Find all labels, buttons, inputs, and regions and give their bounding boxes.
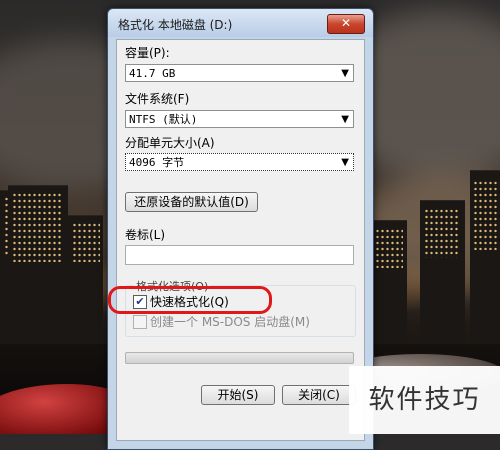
capacity-select[interactable]: 41.7 GB ▼ bbox=[125, 64, 354, 82]
msdos-startup-disk-label: 创建一个 MS-DOS 启动盘(M) bbox=[150, 315, 310, 329]
volume-label-input[interactable] bbox=[125, 245, 354, 265]
filesystem-label: 文件系统(F) bbox=[125, 92, 190, 106]
msdos-startup-disk-checkbox[interactable]: 创建一个 MS-DOS 启动盘(M) bbox=[133, 313, 310, 330]
dialog-title: 格式化 本地磁盘 (D:) bbox=[118, 18, 233, 32]
chevron-down-icon: ▼ bbox=[341, 157, 349, 168]
dialog-titlebar[interactable]: 格式化 本地磁盘 (D:) ✕ bbox=[108, 9, 373, 37]
capacity-value: 41.7 GB bbox=[129, 67, 176, 80]
format-dialog: 格式化 本地磁盘 (D:) ✕ 容量(P): 41.7 GB ▼ 文件系统(F)… bbox=[107, 8, 374, 450]
capacity-label: 容量(P): bbox=[125, 46, 170, 60]
watermark-text: 软件技巧 bbox=[349, 366, 500, 434]
format-progress-bar bbox=[125, 352, 354, 364]
close-button[interactable]: 关闭(C) bbox=[282, 385, 356, 405]
close-icon: ✕ bbox=[340, 16, 352, 30]
filesystem-value: NTFS (默认) bbox=[129, 113, 198, 126]
start-button[interactable]: 开始(S) bbox=[201, 385, 275, 405]
restore-defaults-button[interactable]: 还原设备的默认值(D) bbox=[125, 192, 258, 212]
chevron-down-icon: ▼ bbox=[341, 68, 349, 79]
dialog-client-area: 容量(P): 41.7 GB ▼ 文件系统(F) NTFS (默认) ▼ 分配单… bbox=[116, 39, 365, 441]
allocation-select[interactable]: 4096 字节 ▼ bbox=[125, 153, 354, 171]
allocation-label: 分配单元大小(A) bbox=[125, 136, 215, 150]
filesystem-select[interactable]: NTFS (默认) ▼ bbox=[125, 110, 354, 128]
chevron-down-icon: ▼ bbox=[341, 114, 349, 125]
empty-checkbox-icon bbox=[133, 314, 147, 329]
allocation-value: 4096 字节 bbox=[129, 156, 185, 169]
quick-format-highlight-ellipse bbox=[108, 286, 272, 314]
volume-label-label: 卷标(L) bbox=[125, 228, 166, 242]
close-window-button[interactable]: ✕ bbox=[327, 14, 365, 34]
